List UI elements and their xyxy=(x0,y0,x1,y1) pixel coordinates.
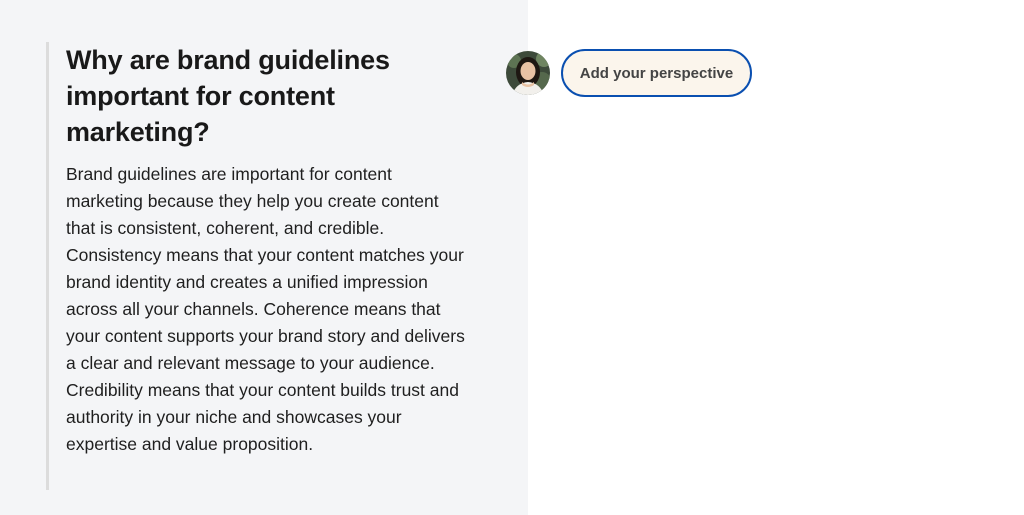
user-avatar-icon xyxy=(506,51,550,95)
add-perspective-button[interactable]: Add your perspective xyxy=(561,49,752,97)
article-title: Why are brand guidelines important for c… xyxy=(66,45,390,147)
avatar[interactable] xyxy=(506,51,550,95)
article-panel: Why are brand guidelines important for c… xyxy=(0,0,528,515)
perspective-bar: Add your perspective xyxy=(506,49,752,97)
article-section: Why are brand guidelines important for c… xyxy=(46,42,466,490)
article-body: Brand guidelines are important for conte… xyxy=(66,164,465,454)
